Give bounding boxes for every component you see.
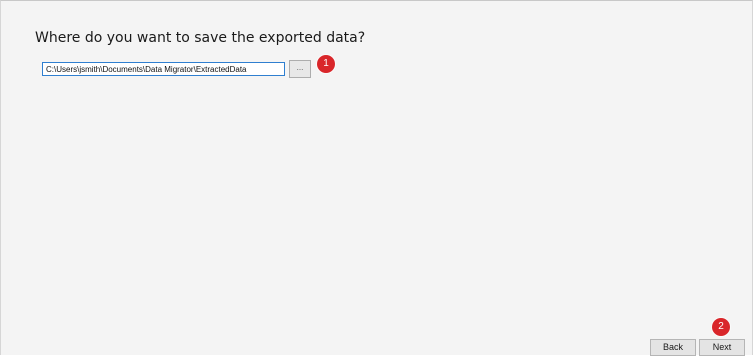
step-badge-2: 2 [712, 318, 730, 336]
page-title: Where do you want to save the exported d… [35, 30, 366, 46]
destination-path-input[interactable] [42, 62, 285, 76]
export-wizard-window: Where do you want to save the exported d… [0, 0, 753, 356]
back-button[interactable]: Back [650, 339, 696, 356]
browse-button[interactable]: ... [289, 60, 311, 78]
step-badge-1: 1 [317, 55, 335, 73]
next-button[interactable]: Next [699, 339, 745, 356]
